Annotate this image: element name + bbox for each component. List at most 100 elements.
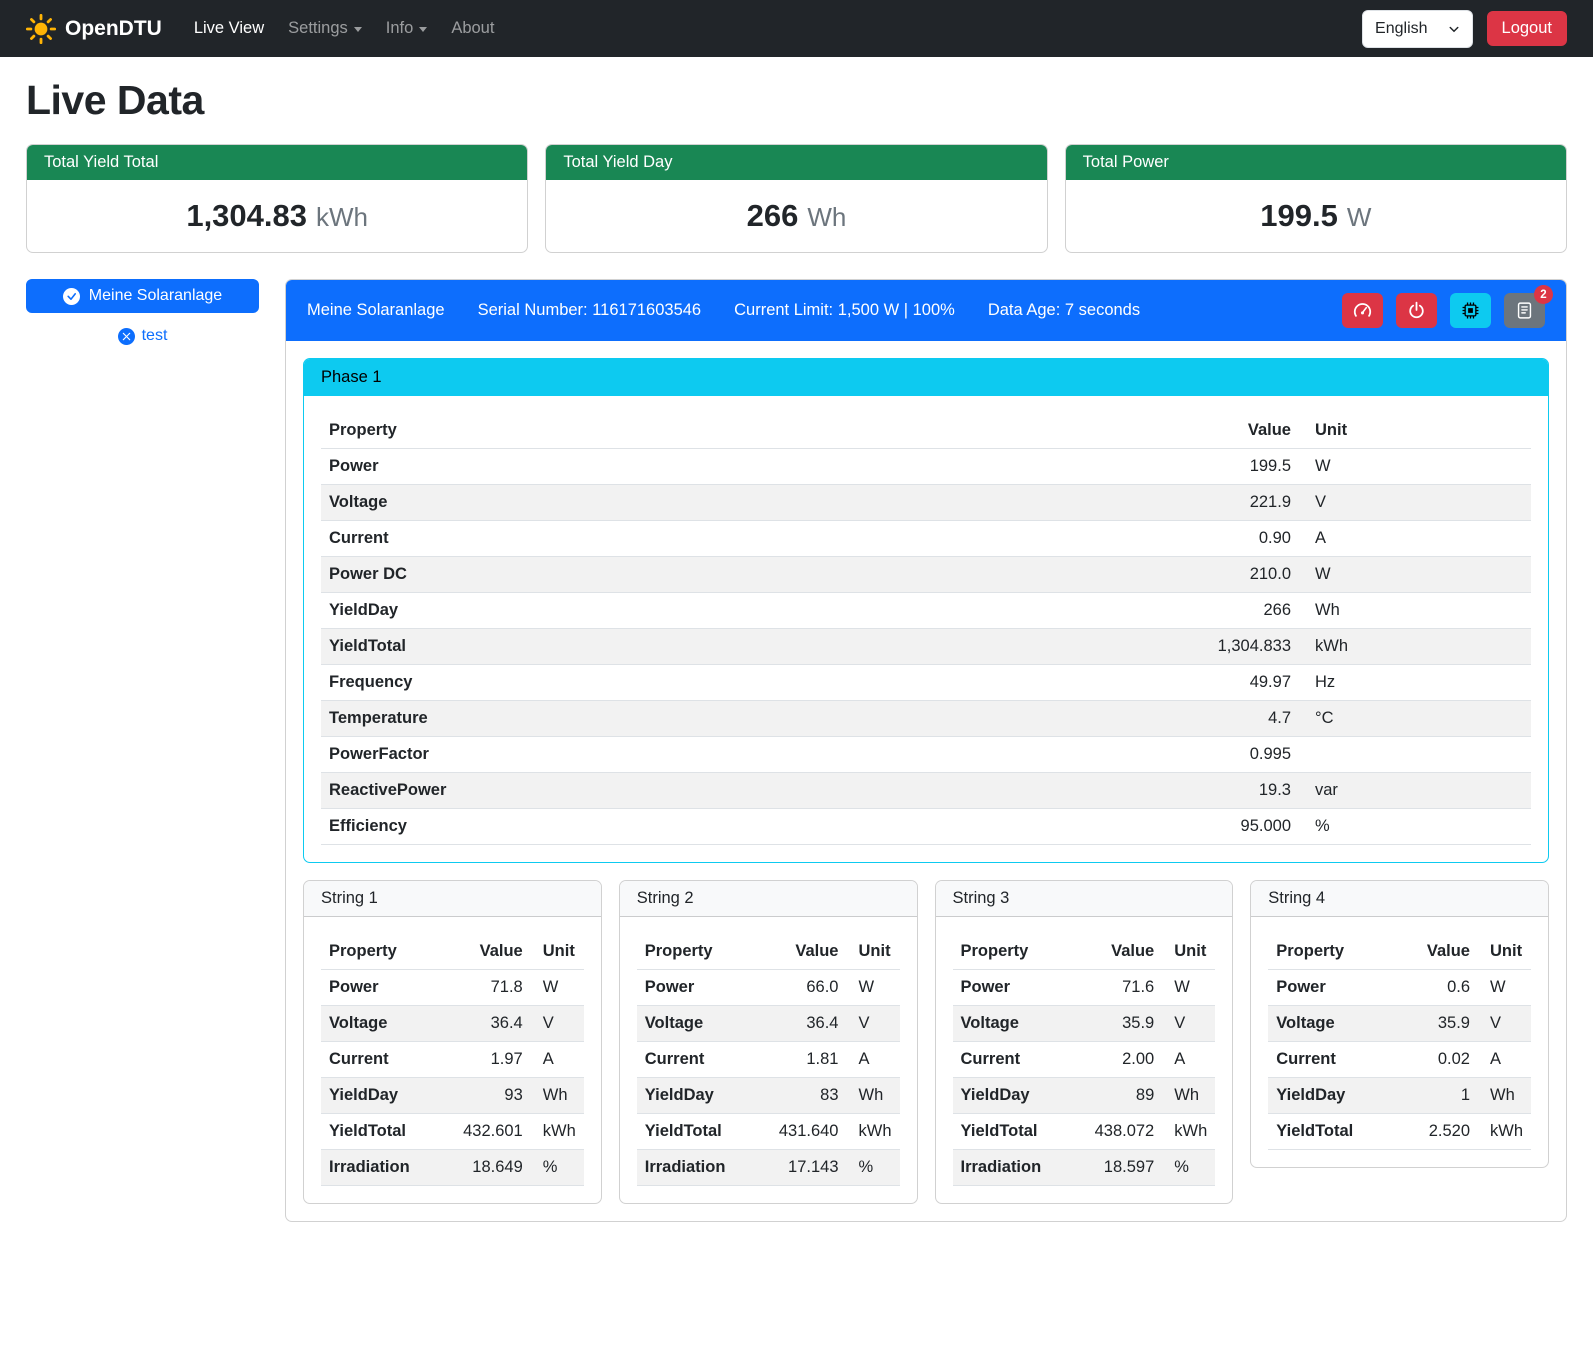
inverter-actions: 2	[1342, 293, 1545, 328]
power-toggle-button[interactable]	[1396, 293, 1437, 328]
property-value: 89	[1070, 1078, 1162, 1114]
property-value: 36.4	[439, 1006, 531, 1042]
column-header-value: Value	[1070, 934, 1162, 970]
device-info-button[interactable]	[1450, 293, 1491, 328]
brand[interactable]: OpenDTU	[26, 14, 162, 44]
property-name: Current	[321, 521, 907, 557]
table-row: Current 0.02 A	[1268, 1042, 1531, 1078]
column-header-unit: Unit	[1299, 413, 1531, 449]
property-unit: kWh	[531, 1114, 584, 1150]
inverter-card-header: Meine Solaranlage Serial Number: 1161716…	[286, 280, 1566, 341]
nav-item-about[interactable]: About	[439, 11, 506, 46]
summary-card-total-power: Total Power 199.5W	[1065, 144, 1567, 253]
nav-item-settings[interactable]: Settings	[276, 11, 374, 46]
property-unit: Wh	[847, 1078, 900, 1114]
summary-value: 266	[747, 198, 799, 233]
summary-card-title: Total Power	[1066, 145, 1566, 180]
property-unit: kWh	[1162, 1114, 1215, 1150]
phase-table: Property Value Unit Power	[321, 413, 1531, 845]
property-unit: A	[1478, 1042, 1531, 1078]
sidebar-item-meine-solaranlage[interactable]: Meine Solaranlage	[26, 279, 259, 313]
nav-item-label: Settings	[288, 19, 348, 38]
table-header-row: Property Value Unit	[953, 934, 1216, 970]
property-name: YieldTotal	[321, 629, 907, 665]
summary-unit: Wh	[807, 202, 846, 232]
table-row: Voltage 36.4 V	[321, 1006, 584, 1042]
column-header-property: Property	[953, 934, 1071, 970]
property-unit: A	[1299, 521, 1531, 557]
column-header-value: Value	[907, 413, 1299, 449]
nav-item-info[interactable]: Info	[374, 11, 440, 46]
property-value: 0.6	[1396, 970, 1478, 1006]
inverter-card-body: Phase 1 Property Value Unit	[286, 341, 1566, 1221]
language-selected-value: English	[1375, 20, 1427, 38]
sidebar-item-test[interactable]: test	[26, 327, 259, 345]
summary-card-body: 1,304.83kWh	[27, 180, 527, 252]
table-row: Power DC 210.0 W	[321, 557, 1531, 593]
property-value: 0.995	[907, 737, 1299, 773]
property-value: 19.3	[907, 773, 1299, 809]
string-card-title: String 2	[620, 881, 917, 917]
property-name: Temperature	[321, 701, 907, 737]
property-unit: %	[1299, 809, 1531, 845]
event-log-button[interactable]: 2	[1504, 293, 1545, 328]
property-unit: A	[531, 1042, 584, 1078]
table-row: YieldTotal 438.072 kWh	[953, 1114, 1216, 1150]
property-unit	[1299, 737, 1531, 773]
property-unit: Wh	[1478, 1078, 1531, 1114]
property-value: 1.81	[754, 1042, 846, 1078]
table-row: YieldDay 266 Wh	[321, 593, 1531, 629]
column-header-property: Property	[321, 934, 439, 970]
property-value: 1	[1396, 1078, 1478, 1114]
property-value: 17.143	[754, 1150, 846, 1186]
summary-card-title: Total Yield Day	[546, 145, 1046, 180]
table-row: Voltage 35.9 V	[1268, 1006, 1531, 1042]
property-value: 266	[907, 593, 1299, 629]
property-name: Current	[321, 1042, 439, 1078]
chevron-down-icon	[1448, 23, 1460, 35]
table-header-row: Property Value Unit	[1268, 934, 1531, 970]
property-name: Frequency	[321, 665, 907, 701]
string-card-title: String 4	[1251, 881, 1548, 917]
table-row: Voltage 36.4 V	[637, 1006, 900, 1042]
property-name: Current	[637, 1042, 755, 1078]
table-row: YieldDay 89 Wh	[953, 1078, 1216, 1114]
sun-icon	[26, 14, 56, 44]
column-header-unit: Unit	[1162, 934, 1215, 970]
language-select[interactable]: English	[1362, 10, 1472, 48]
property-unit: W	[847, 970, 900, 1006]
property-unit: V	[1299, 485, 1531, 521]
strings-row: String 1 Property Value Unit	[303, 880, 1549, 1204]
property-value: 35.9	[1396, 1006, 1478, 1042]
table-header-row: Property Value Unit	[321, 934, 584, 970]
nav-right: English Logout	[1362, 10, 1567, 48]
property-name: YieldDay	[1268, 1078, 1396, 1114]
summary-value: 1,304.83	[186, 198, 307, 233]
logout-button[interactable]: Logout	[1487, 11, 1567, 46]
property-value: 432.601	[439, 1114, 531, 1150]
property-value: 71.6	[1070, 970, 1162, 1006]
inverter-data-age: Data Age: 7 seconds	[988, 301, 1140, 320]
table-row: YieldTotal 2.520 kWh	[1268, 1114, 1531, 1150]
nav-item-live-view[interactable]: Live View	[182, 11, 276, 46]
property-value: 49.97	[907, 665, 1299, 701]
string-card-4: String 4 Property Value Unit	[1250, 880, 1549, 1168]
x-circle-icon	[118, 328, 135, 345]
summary-card-total-yield-day: Total Yield Day 266 Wh	[545, 144, 1047, 253]
table-row: Voltage 221.9 V	[321, 485, 1531, 521]
inverter-serial: Serial Number: 116171603546	[478, 301, 702, 320]
property-value: 438.072	[1070, 1114, 1162, 1150]
property-value: 83	[754, 1078, 846, 1114]
table-row: Power 0.6 W	[1268, 970, 1531, 1006]
property-name: Voltage	[953, 1006, 1071, 1042]
table-row: YieldDay 93 Wh	[321, 1078, 584, 1114]
property-unit: V	[847, 1006, 900, 1042]
column-header-unit: Unit	[847, 934, 900, 970]
summary-value: 199.5	[1260, 198, 1338, 233]
journal-icon	[1515, 301, 1534, 320]
string-card-1: String 1 Property Value Unit	[303, 880, 602, 1204]
string-table: Property Value Unit Power	[1268, 934, 1531, 1150]
column-header-property: Property	[321, 413, 907, 449]
nav-item-label: Live View	[194, 19, 264, 38]
limit-settings-button[interactable]	[1342, 293, 1383, 328]
